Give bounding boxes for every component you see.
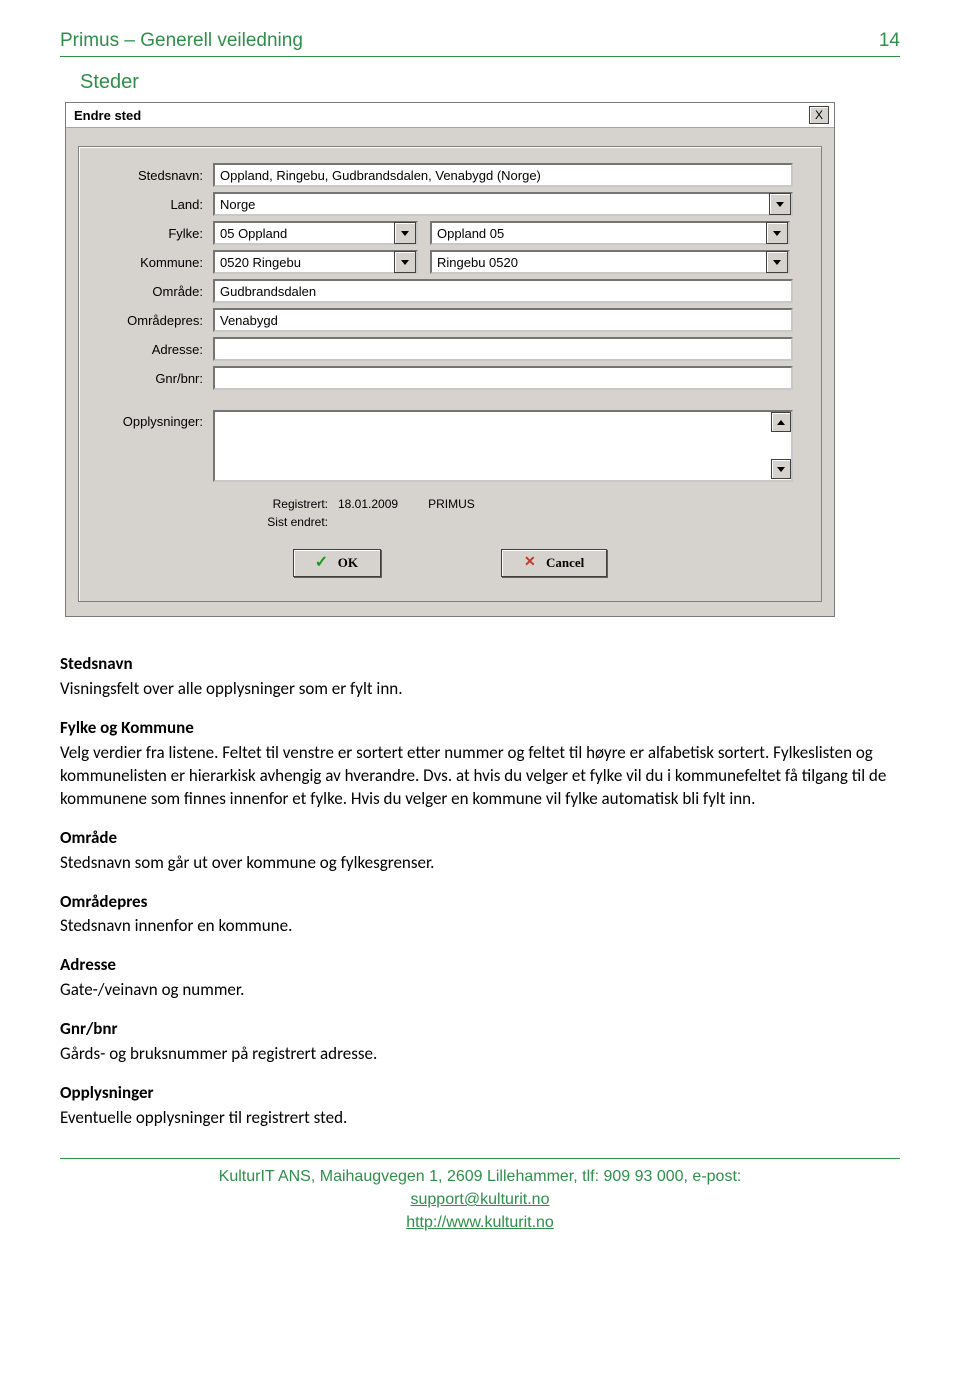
gnrbnr-label: Gnr/bnr:: [93, 371, 213, 386]
heading-adresse: Adresse: [60, 954, 900, 977]
heading-opplysninger: Opplysninger: [60, 1082, 900, 1105]
chevron-down-icon[interactable]: [766, 222, 788, 244]
chevron-down-icon[interactable]: [394, 222, 416, 244]
meta-user: PRIMUS: [428, 497, 475, 511]
sistendret-label: Sist endret:: [93, 513, 328, 531]
registrert-label: Registrert:: [93, 495, 328, 513]
dialog-title: Endre sted: [74, 108, 141, 123]
omradepres-label: Områdepres:: [93, 313, 213, 328]
para-gnrbnr: Gårds- og bruksnummer på registrert adre…: [60, 1043, 377, 1064]
para-adresse: Gate-/veinavn og nummer.: [60, 979, 244, 1000]
section-heading: Steder: [80, 71, 900, 94]
heading-stedsnavn: Stedsnavn: [60, 653, 900, 676]
adresse-label: Adresse:: [93, 342, 213, 357]
heading-fylkekommune: Fylke og Kommune: [60, 717, 900, 740]
adresse-input[interactable]: [213, 337, 793, 361]
stedsnavn-input[interactable]: Oppland, Ringebu, Gudbrandsdalen, Venaby…: [213, 163, 793, 187]
kommune-code-select[interactable]: 0520 Ringebu: [213, 250, 418, 274]
heading-gnrbnr: Gnr/bnr: [60, 1018, 900, 1041]
kommune-label: Kommune:: [93, 255, 213, 270]
stedsnavn-label: Stedsnavn:: [93, 168, 213, 183]
omrade-label: Område:: [93, 284, 213, 299]
form-group: Stedsnavn: Oppland, Ringebu, Gudbrandsda…: [78, 146, 822, 602]
chevron-down-icon[interactable]: [766, 251, 788, 273]
gnrbnr-input[interactable]: [213, 366, 793, 390]
heading-omradepres: Områdepres: [60, 891, 900, 914]
ok-button[interactable]: OK: [293, 549, 381, 577]
meta-info: Registrert: Sist endret: 18.01.2009 PRIM…: [93, 495, 807, 531]
page-number: 14: [879, 30, 900, 52]
kommune-name-select[interactable]: Ringebu 0520: [430, 250, 790, 274]
fylke-code-select[interactable]: 05 Oppland: [213, 221, 418, 245]
cancel-button[interactable]: Cancel: [501, 549, 607, 577]
chevron-down-icon[interactable]: [771, 459, 791, 479]
opplysninger-textarea[interactable]: [213, 410, 793, 482]
para-fylkekommune: Velg verdier fra listene. Feltet til ven…: [60, 742, 886, 809]
ok-button-label: OK: [338, 555, 358, 571]
chevron-up-icon[interactable]: [771, 412, 791, 432]
para-opplysninger: Eventuelle opplysninger til registrert s…: [60, 1107, 347, 1128]
land-select[interactable]: Norge: [213, 192, 793, 216]
para-omradepres: Stedsnavn innenfor en kommune.: [60, 915, 292, 936]
omradepres-input[interactable]: Venabygd: [213, 308, 793, 332]
footer-url[interactable]: http://www.kulturit.no: [406, 1214, 554, 1231]
dialog-titlebar: Endre sted X: [66, 103, 834, 128]
chevron-down-icon[interactable]: [769, 193, 791, 215]
sistendret-value: 18.01.2009: [338, 497, 398, 511]
document-body: Stedsnavn Visningsfelt over alle opplysn…: [60, 653, 900, 1130]
page-footer: KulturIT ANS, Maihaugvegen 1, 2609 Lille…: [60, 1165, 900, 1235]
footer-line1: KulturIT ANS, Maihaugvegen 1, 2609 Lille…: [60, 1165, 900, 1188]
omrade-input[interactable]: Gudbrandsdalen: [213, 279, 793, 303]
doc-title: Primus – Generell veiledning: [60, 30, 303, 52]
check-icon: [316, 556, 330, 570]
endre-sted-dialog: Endre sted X Stedsnavn: Oppland, Ringebu…: [65, 102, 835, 617]
chevron-down-icon[interactable]: [394, 251, 416, 273]
para-omrade: Stedsnavn som går ut over kommune og fyl…: [60, 852, 434, 873]
x-icon: [524, 556, 538, 570]
footer-email[interactable]: support@kulturit.no: [411, 1191, 550, 1208]
fylke-name-select[interactable]: Oppland 05: [430, 221, 790, 245]
land-label: Land:: [93, 197, 213, 212]
heading-omrade: Område: [60, 827, 900, 850]
footer-divider: [60, 1158, 900, 1159]
page-header: Primus – Generell veiledning 14: [60, 30, 900, 52]
opplysninger-label: Opplysninger:: [93, 410, 213, 429]
fylke-label: Fylke:: [93, 226, 213, 241]
cancel-button-label: Cancel: [546, 555, 584, 571]
para-stedsnavn: Visningsfelt over alle opplysninger som …: [60, 678, 403, 699]
close-icon[interactable]: X: [809, 106, 829, 124]
header-divider: [60, 56, 900, 57]
